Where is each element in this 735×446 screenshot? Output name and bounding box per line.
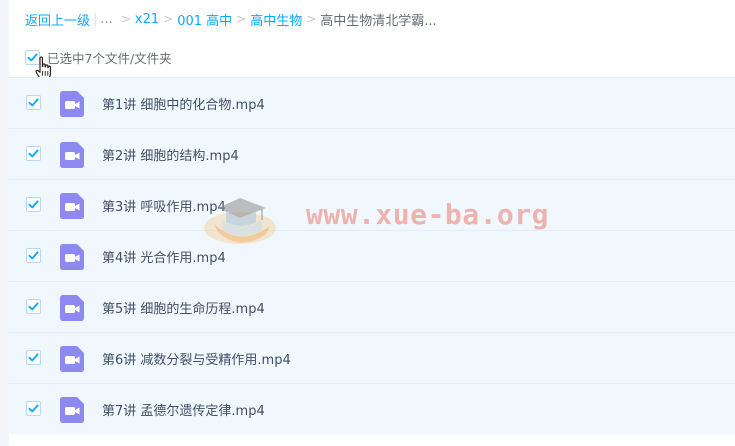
- check-icon: [28, 98, 39, 107]
- file-name[interactable]: 第3讲 呼吸作用.mp4: [102, 196, 226, 215]
- file-row[interactable]: 第3讲 呼吸作用.mp4: [9, 179, 735, 230]
- file-browser: 返回上一级 | ... > x21 > 001 高中 > 高中生物 > 高中生物…: [0, 0, 735, 446]
- file-name[interactable]: 第2讲 细胞的结构.mp4: [102, 145, 239, 164]
- back-link[interactable]: 返回上一级: [25, 10, 90, 29]
- file-row[interactable]: 第7讲 孟德尔遗传定律.mp4: [9, 383, 735, 434]
- check-icon: [28, 251, 39, 260]
- video-file-icon: [60, 397, 84, 423]
- file-row[interactable]: 第1讲 细胞中的化合物.mp4: [9, 77, 735, 128]
- left-gutter: [0, 0, 9, 446]
- check-icon: [28, 404, 39, 413]
- video-file-icon: [60, 193, 84, 219]
- chevron-right-icon: >: [306, 12, 317, 26]
- chevron-right-icon: >: [163, 12, 174, 26]
- file-name[interactable]: 第4讲 光合作用.mp4: [102, 247, 226, 266]
- file-checkbox[interactable]: [26, 401, 41, 416]
- file-name[interactable]: 第5讲 细胞的生命历程.mp4: [102, 298, 265, 317]
- chevron-right-icon: >: [236, 12, 247, 26]
- file-checkbox[interactable]: [26, 197, 41, 212]
- breadcrumb-current: 高中生物清北学霸...: [320, 13, 437, 29]
- check-icon: [28, 353, 39, 362]
- breadcrumb-ellipsis[interactable]: ...: [100, 12, 112, 27]
- file-row[interactable]: 第5讲 细胞的生命历程.mp4: [9, 281, 735, 332]
- video-file-icon: [60, 91, 84, 117]
- chevron-right-icon: >: [120, 12, 131, 26]
- file-checkbox[interactable]: [26, 95, 41, 110]
- check-icon: [28, 302, 39, 311]
- video-file-icon: [60, 295, 84, 321]
- video-file-icon: [60, 346, 84, 372]
- file-checkbox[interactable]: [26, 248, 41, 263]
- file-checkbox[interactable]: [26, 299, 41, 314]
- video-file-icon: [60, 244, 84, 270]
- breadcrumb-item-001[interactable]: 001 高中: [177, 10, 232, 29]
- file-name[interactable]: 第7讲 孟德尔遗传定律.mp4: [102, 400, 265, 419]
- check-icon: [28, 149, 39, 158]
- breadcrumb-divider: |: [93, 11, 98, 27]
- file-checkbox[interactable]: [26, 350, 41, 365]
- file-row[interactable]: 第4讲 光合作用.mp4: [9, 230, 735, 281]
- check-icon: [28, 200, 39, 209]
- selection-count-text: 已选中7个文件/文件夹: [47, 50, 172, 66]
- video-file-icon: [60, 142, 84, 168]
- file-list: 第1讲 细胞中的化合物.mp4 第2讲 细胞的结构.mp4 第3讲 呼吸作用.mp4…: [9, 77, 735, 434]
- file-row[interactable]: 第2讲 细胞的结构.mp4: [9, 128, 735, 179]
- file-name[interactable]: 第6讲 减数分裂与受精作用.mp4: [102, 349, 291, 368]
- breadcrumb-item-x21[interactable]: x21: [135, 12, 159, 27]
- breadcrumb-item-biology[interactable]: 高中生物: [250, 10, 302, 29]
- file-checkbox[interactable]: [26, 146, 41, 161]
- file-name[interactable]: 第1讲 细胞中的化合物.mp4: [102, 94, 265, 113]
- breadcrumb: 返回上一级 | ... > x21 > 001 高中 > 高中生物 > 高中生物…: [25, 8, 437, 30]
- file-row[interactable]: 第6讲 减数分裂与受精作用.mp4: [9, 332, 735, 383]
